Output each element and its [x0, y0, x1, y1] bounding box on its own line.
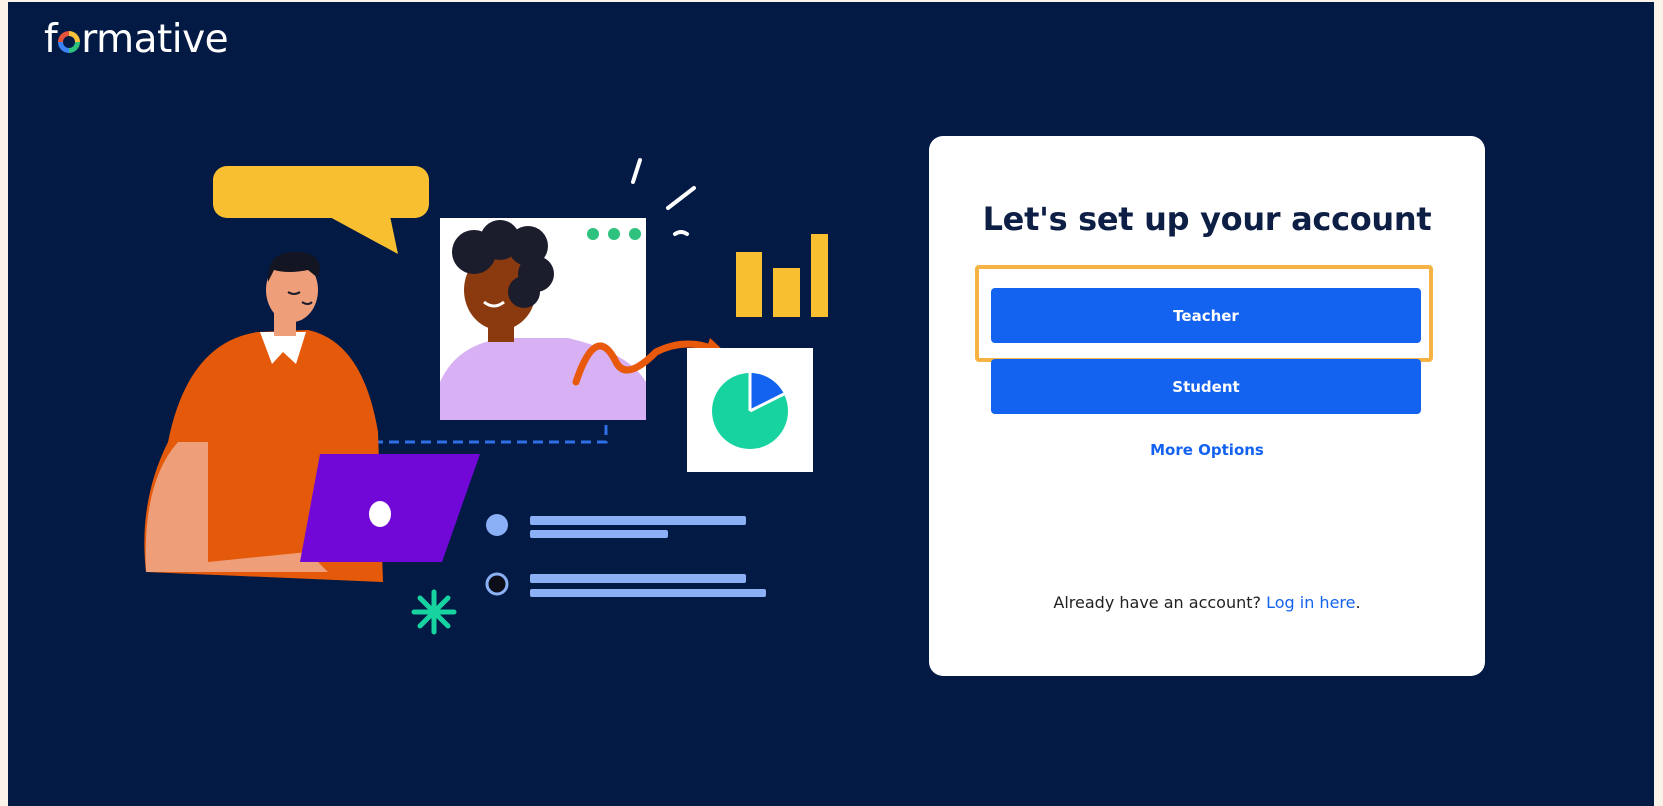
page-background: f rmative Let's set up your account Teac…: [8, 2, 1654, 806]
login-prompt: Already have an account? Log in here.: [929, 593, 1485, 612]
hero-illustration: [144, 158, 828, 635]
account-setup-card: Let's set up your account Teacher Studen…: [929, 136, 1485, 676]
starburst-icon: [411, 589, 457, 635]
bar-chart-icon: [736, 234, 828, 317]
checklist-icon: [485, 514, 766, 597]
person-with-laptop: [144, 251, 480, 582]
formative-logo: f rmative: [44, 17, 229, 62]
login-period: .: [1355, 593, 1361, 612]
logo-ring-icon: [58, 31, 80, 53]
card-title: Let's set up your account: [982, 200, 1432, 238]
teacher-button[interactable]: Teacher: [991, 288, 1421, 343]
login-link[interactable]: Log in here: [1266, 593, 1355, 612]
more-options-link[interactable]: More Options: [929, 441, 1485, 459]
student-button[interactable]: Student: [991, 359, 1421, 414]
speech-bubble-icon: [213, 166, 429, 254]
video-call-window: [440, 218, 646, 420]
login-prompt-text: Already have an account?: [1053, 593, 1261, 612]
pie-chart-card: [687, 348, 813, 472]
